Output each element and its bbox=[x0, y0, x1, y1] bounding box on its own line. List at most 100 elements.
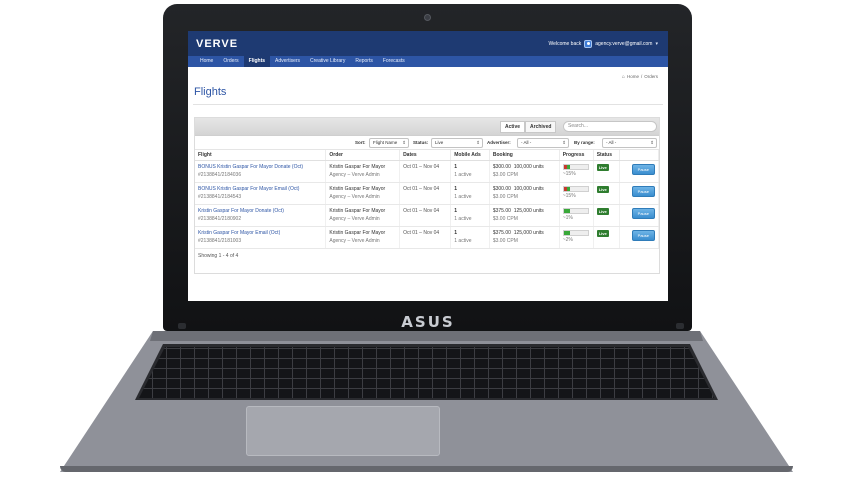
column-header-flight[interactable]: Flight bbox=[195, 150, 327, 161]
results-count: Showing 1 - 4 of 4 bbox=[198, 252, 239, 259]
select-arrow-icon: ⇕ bbox=[562, 140, 566, 145]
mobile-ads-count: 1 bbox=[454, 229, 458, 236]
flight-link[interactable]: BONUS Kristin Gaspar For Mayor Email (Oc… bbox=[198, 186, 322, 192]
status-badge: Live bbox=[596, 207, 609, 215]
laptop-deck-shade bbox=[150, 331, 703, 341]
breadcrumb: ⌂ Home / Orders bbox=[622, 74, 658, 80]
column-header-dates[interactable]: Dates bbox=[399, 150, 452, 161]
flight-link[interactable]: Kristin Gaspar For Mayor Email (Oct) bbox=[198, 230, 322, 236]
user-menu[interactable]: Welcome back agency.verve@gmail.com ▾ bbox=[548, 39, 658, 48]
booking-amount: $375.00 bbox=[492, 207, 511, 214]
range-select[interactable]: - All - ⇕ bbox=[602, 138, 657, 148]
status-badge: Live bbox=[596, 185, 609, 193]
booking-cpm: $3.00 CPM bbox=[492, 171, 518, 178]
select-arrow-icon: ⇕ bbox=[650, 140, 654, 145]
breadcrumb-home[interactable]: Home bbox=[627, 74, 639, 80]
laptop-front-edge bbox=[60, 466, 793, 472]
hinge-left bbox=[178, 323, 186, 329]
progress-label: ~15% bbox=[562, 170, 576, 177]
table-row: BONUS Kristin Gaspar For Mayor Email (Oc… bbox=[195, 182, 660, 205]
pause-button[interactable]: Pause bbox=[631, 207, 655, 219]
flight-link[interactable]: Kristin Gaspar For Mayor Donate (Oct) bbox=[198, 208, 322, 214]
nav-forecasts[interactable]: Forecasts bbox=[378, 56, 410, 67]
flight-dates: Oct 01 – Nov 04 bbox=[403, 163, 440, 170]
flight-dates: Oct 01 – Nov 04 bbox=[403, 185, 440, 192]
progress-bar bbox=[562, 207, 589, 214]
user-icon bbox=[584, 39, 593, 48]
order-name: Kristin Gaspar For Mayor bbox=[329, 229, 386, 236]
sort-value: Flight Name bbox=[373, 140, 398, 145]
laptop-brand-logo: ASUS bbox=[401, 313, 455, 331]
pause-button[interactable]: Pause bbox=[631, 229, 655, 241]
laptop-screen: VERVE Welcome back agency.verve@gmail.co… bbox=[188, 31, 668, 301]
title-divider bbox=[193, 104, 663, 105]
progress-fill bbox=[563, 230, 571, 235]
flight-id: #2138841/2184036 bbox=[198, 171, 242, 178]
webcam bbox=[424, 14, 431, 21]
sort-select[interactable]: Flight Name ⇕ bbox=[369, 138, 409, 148]
tab-archived[interactable]: Archived bbox=[525, 121, 557, 133]
home-icon: ⌂ bbox=[621, 74, 625, 80]
column-header-order[interactable]: Order bbox=[325, 150, 401, 161]
verve-logo[interactable]: VERVE bbox=[196, 38, 238, 50]
order-agency: Agency – Verve Admin bbox=[329, 171, 380, 178]
mobile-ads-active: 1 active bbox=[454, 237, 472, 244]
nav-flights[interactable]: Flights bbox=[243, 56, 271, 67]
order-agency: Agency – Verve Admin bbox=[329, 237, 380, 244]
main-nav: Home Orders Flights Advertisers Creative… bbox=[188, 56, 668, 67]
table-row: Kristin Gaspar For Mayor Email (Oct) #213… bbox=[195, 226, 660, 249]
page-title: Flights bbox=[194, 86, 227, 98]
table-row: Kristin Gaspar For Mayor Donate (Oct) #21… bbox=[195, 204, 660, 227]
booking-units: 100,000 units bbox=[513, 163, 544, 170]
column-header-progress[interactable]: Progress bbox=[559, 150, 594, 161]
welcome-text: Welcome back bbox=[548, 40, 582, 47]
progress-label: ~1% bbox=[562, 214, 573, 221]
flights-panel: Active Archived Search... Sort: Flight N… bbox=[194, 117, 660, 274]
laptop-photo: ASUS VERVE Welcome back agency.verve@gma… bbox=[0, 0, 853, 480]
top-bar: VERVE Welcome back agency.verve@gmail.co… bbox=[188, 31, 668, 56]
breadcrumb-current: Orders bbox=[644, 74, 658, 79]
progress-fill bbox=[563, 164, 571, 169]
mobile-ads-count: 1 bbox=[454, 163, 458, 170]
booking-cpm: $3.00 CPM bbox=[492, 193, 518, 200]
status-select[interactable]: Live ⇕ bbox=[431, 138, 483, 148]
status-badge: Live bbox=[596, 229, 609, 237]
booking-units: 125,000 units bbox=[513, 229, 544, 236]
search-input[interactable]: Search... bbox=[563, 121, 657, 132]
booking-cpm: $3.00 CPM bbox=[492, 215, 518, 222]
booking-units: 100,000 units bbox=[513, 185, 544, 192]
flight-id: #2138841/2184543 bbox=[198, 193, 242, 200]
hinge-right bbox=[676, 323, 684, 329]
tab-active[interactable]: Active bbox=[500, 121, 526, 133]
nav-home[interactable]: Home bbox=[195, 56, 218, 67]
advertiser-select[interactable]: - All - ⇕ bbox=[517, 138, 569, 148]
nav-orders[interactable]: Orders bbox=[218, 56, 243, 67]
flights-table: Flight Order Dates Mobile Ads Booking Pr… bbox=[195, 150, 660, 249]
flight-link[interactable]: BONUS Kristin Gaspar For Mayor Donate (O… bbox=[198, 164, 322, 170]
booking-amount: $300.00 bbox=[492, 163, 511, 170]
user-email: agency.verve@gmail.com bbox=[595, 40, 653, 47]
pause-button[interactable]: Pause bbox=[631, 185, 655, 197]
sort-label: Sort: bbox=[355, 140, 366, 145]
mobile-ads-active: 1 active bbox=[454, 215, 472, 222]
table-row: BONUS Kristin Gaspar For Mayor Donate (O… bbox=[195, 160, 660, 183]
select-arrow-icon: ⇕ bbox=[402, 140, 406, 145]
column-header-status[interactable]: Status bbox=[593, 150, 620, 161]
order-agency: Agency – Verve Admin bbox=[329, 193, 380, 200]
column-header-booking[interactable]: Booking bbox=[489, 150, 560, 161]
booking-amount: $375.00 bbox=[492, 229, 511, 236]
nav-advertisers[interactable]: Advertisers bbox=[270, 56, 305, 67]
status-filter-value: Live bbox=[435, 140, 444, 145]
touchpad bbox=[246, 406, 440, 456]
progress-fill bbox=[563, 186, 571, 191]
pause-button[interactable]: Pause bbox=[631, 163, 655, 175]
progress-bar bbox=[562, 229, 589, 236]
column-header-actions bbox=[619, 150, 660, 161]
nav-reports[interactable]: Reports bbox=[350, 56, 378, 67]
column-header-mobile-ads[interactable]: Mobile Ads bbox=[450, 150, 490, 161]
select-arrow-icon: ⇕ bbox=[476, 140, 480, 145]
booking-units: 125,000 units bbox=[513, 207, 544, 214]
status-filter-label: Status: bbox=[413, 140, 429, 145]
status-badge: Live bbox=[596, 163, 609, 171]
nav-creative-library[interactable]: Creative Library bbox=[305, 56, 350, 67]
